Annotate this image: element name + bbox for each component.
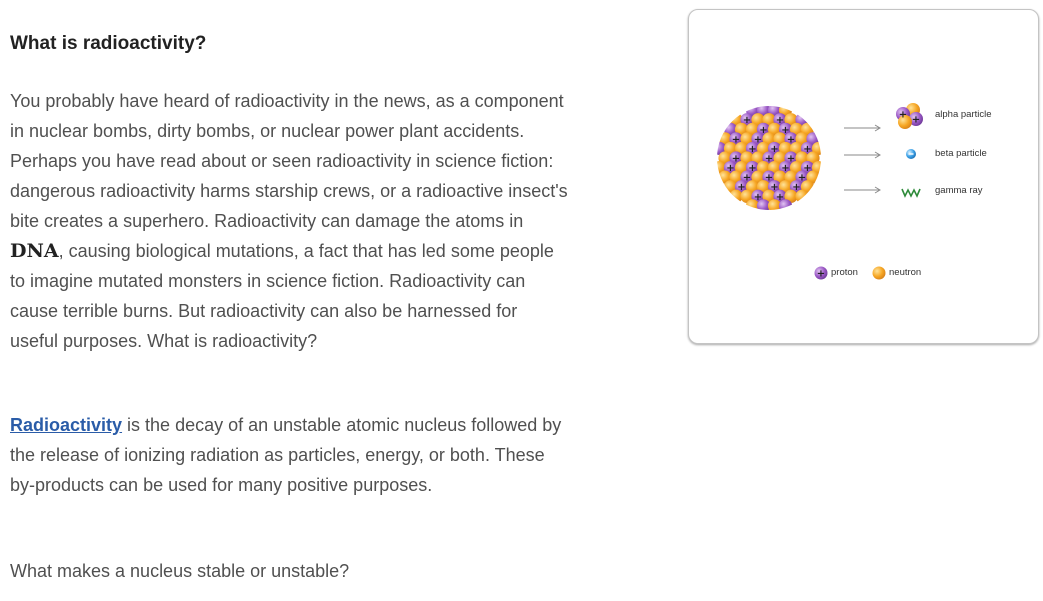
nucleus-neutron — [795, 189, 809, 203]
intro-text-end: , causing biological mutations, a fact t… — [10, 241, 554, 351]
neutron-legend-icon — [872, 266, 886, 280]
beta-particle-label: beta particle — [935, 148, 987, 159]
proton-legend-label: proton — [831, 267, 858, 278]
decay-illustration: + ++ ++ + ++ + ++ + ++ + + ++ + ++ + ++ + + + + — [717, 103, 923, 280]
radioactivity-term-link[interactable]: Radioactivity — [10, 415, 122, 435]
stability-question: What makes a nucleus stable or unstable? — [10, 561, 350, 581]
beta-particle-icon — [906, 149, 916, 159]
dna-term: DNA — [10, 240, 59, 262]
alpha-particle-icon: + + — [896, 103, 923, 129]
intro-paragraph: You probably have heard of radioactivity… — [10, 86, 570, 356]
unstable-nucleus: + ++ ++ + ++ + ++ + ++ + + ++ + ++ + ++ + — [717, 106, 821, 210]
neutron-legend-label: neutron — [889, 267, 922, 278]
svg-text:+: + — [912, 115, 920, 126]
intro-text-start: You probably have heard of radioactivity… — [10, 91, 568, 231]
svg-text:+: + — [817, 269, 825, 280]
radioactive-decay-figure: + + + + + + + + + + + + + + + + + + + + + + + + + + + + alpha pa… — [688, 9, 1039, 344]
proton-legend-icon: + — [814, 266, 828, 280]
emission-arrows — [844, 124, 881, 194]
alpha-particle-label: alpha particle — [935, 109, 992, 120]
svg-text:+: + — [899, 110, 907, 121]
section-heading: What is radioactivity? — [10, 33, 207, 54]
gamma-ray-icon — [901, 188, 921, 198]
definition-paragraph: Radioactivity is the decay of an unstabl… — [10, 410, 570, 500]
gamma-ray-label: gamma ray — [935, 185, 983, 196]
nucleus-proton — [778, 199, 793, 210]
